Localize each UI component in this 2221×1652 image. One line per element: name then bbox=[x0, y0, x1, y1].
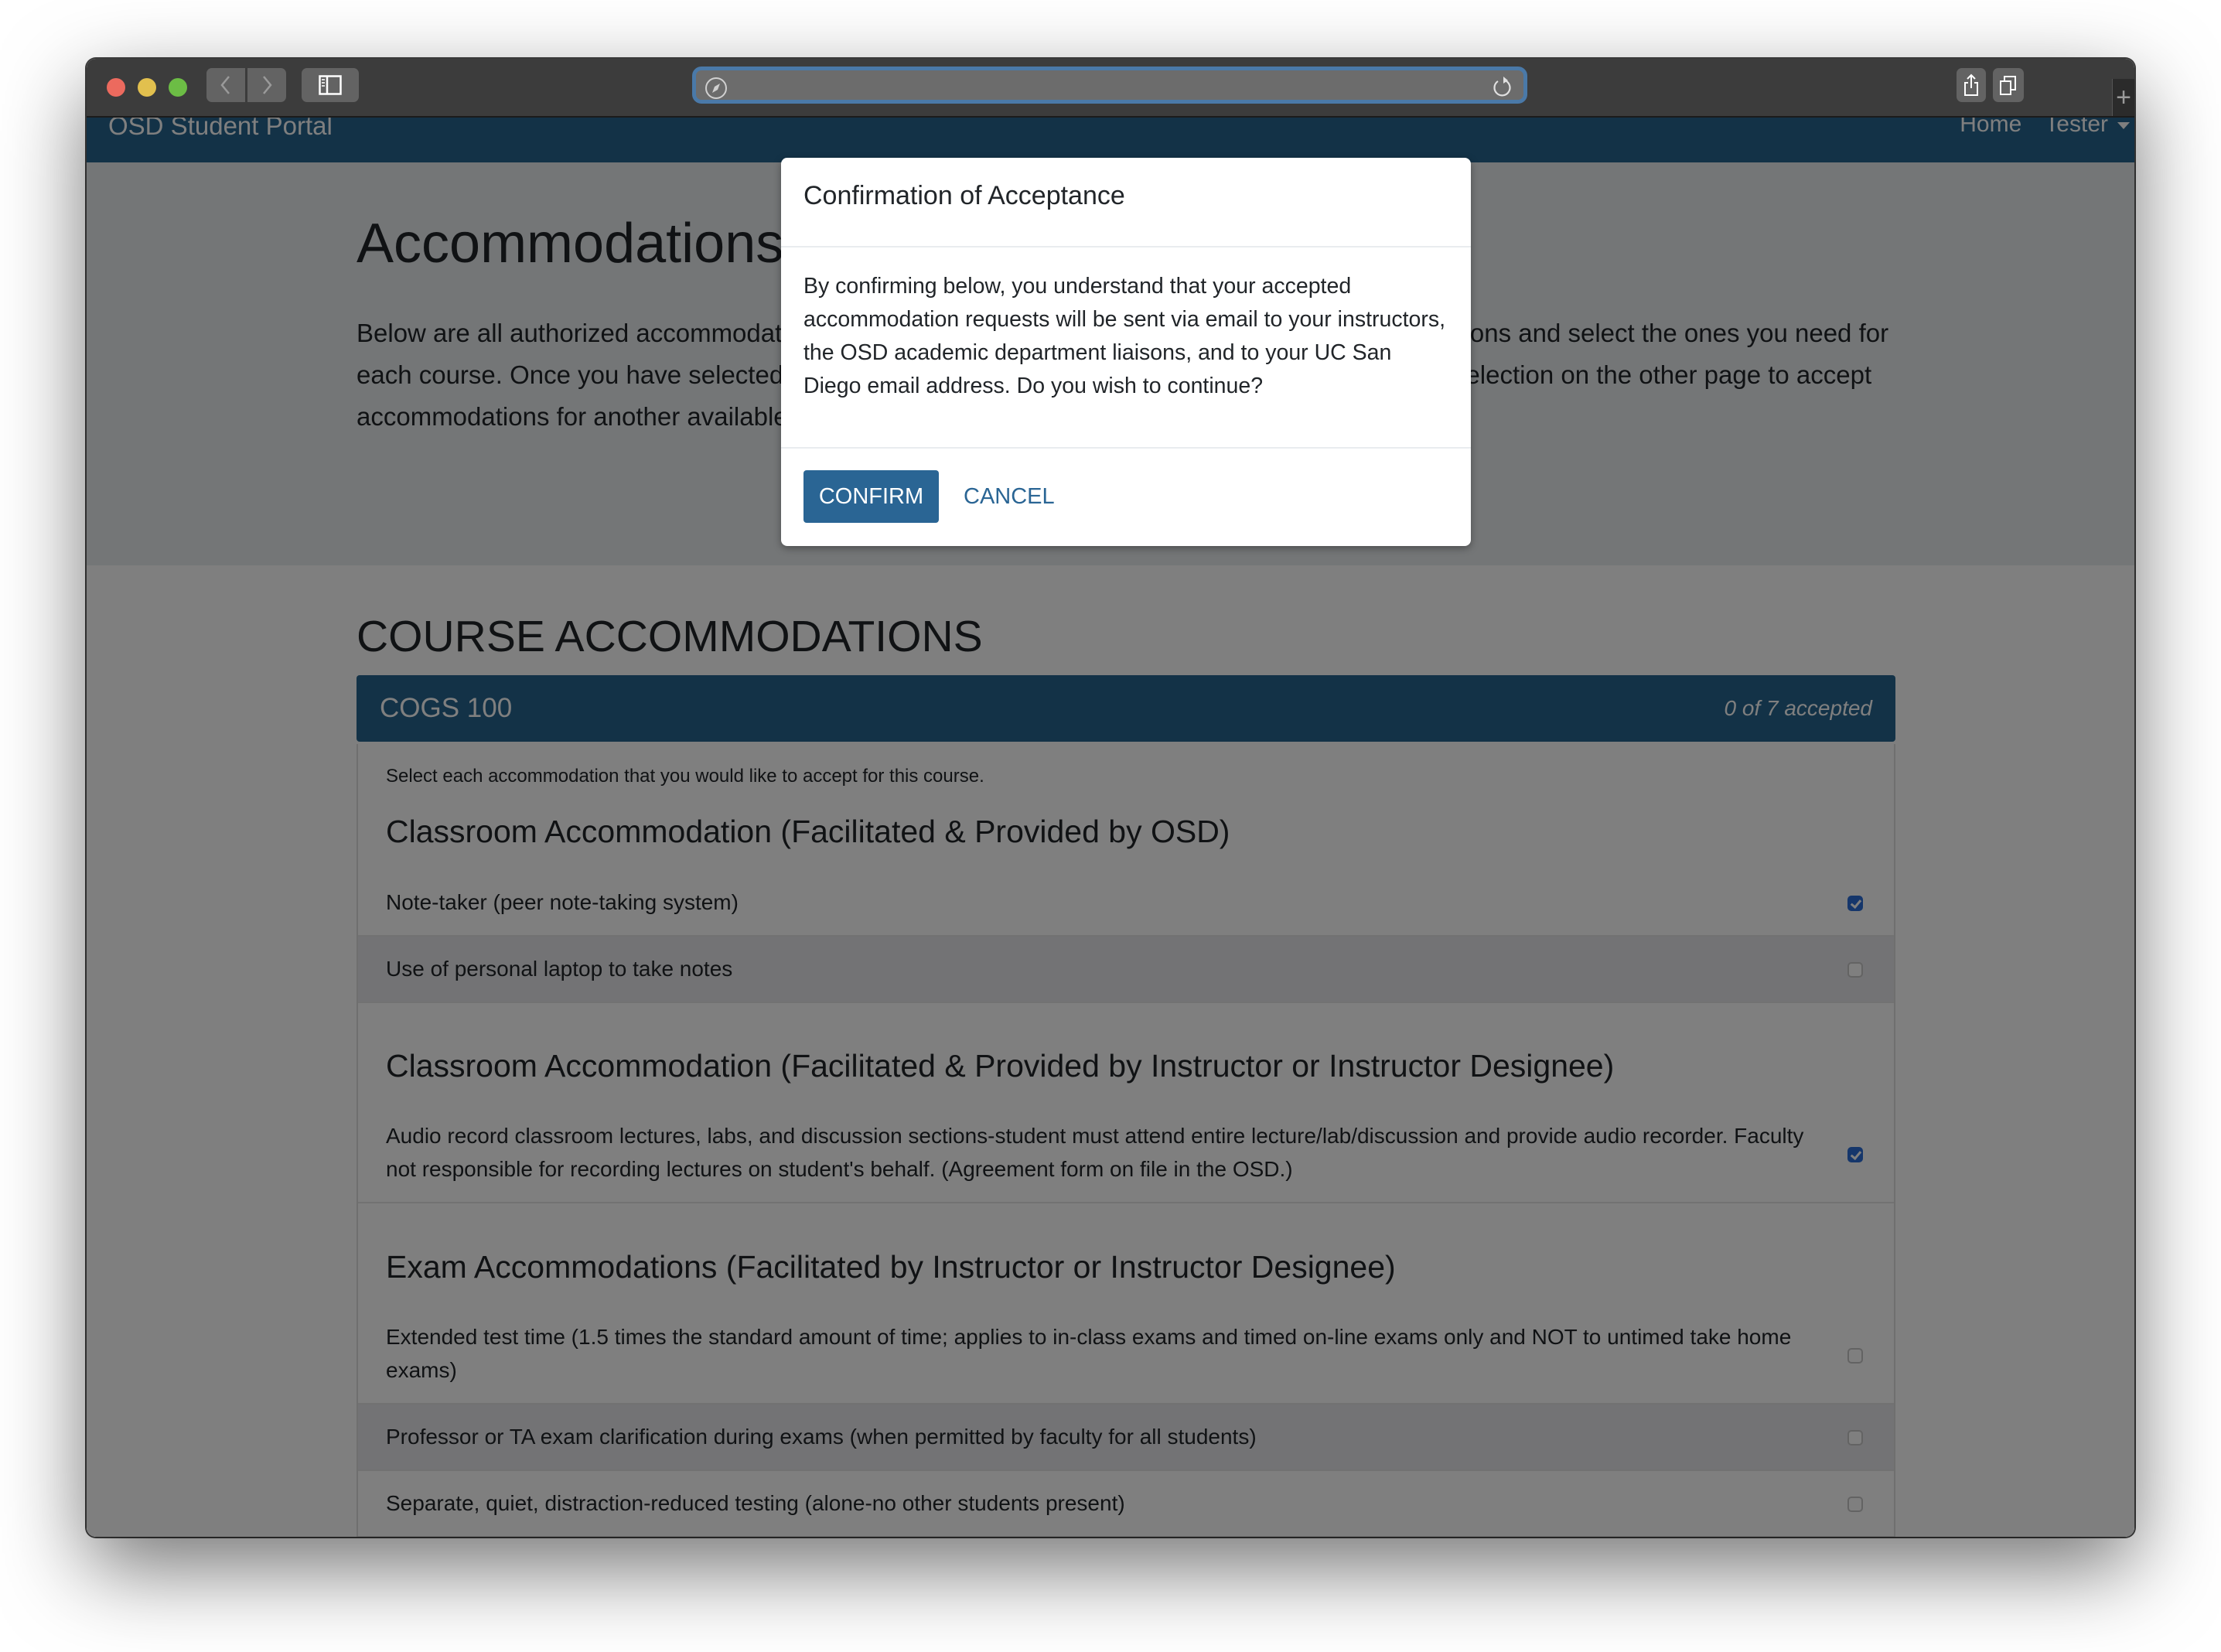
share-button[interactable] bbox=[1957, 68, 1986, 102]
tabs-icon bbox=[2000, 76, 2016, 95]
browser-window: + OSD Student Portal Home Tester Accommo… bbox=[87, 59, 2134, 1537]
reload-icon[interactable] bbox=[1491, 76, 1513, 103]
modal-footer: CONFIRM CANCEL bbox=[781, 447, 1471, 548]
compass-icon bbox=[704, 76, 728, 104]
new-tab-icon[interactable]: + bbox=[2112, 79, 2134, 116]
confirmation-modal: Confirmation of Acceptance By confirming… bbox=[781, 158, 1471, 546]
confirm-button[interactable]: CONFIRM bbox=[803, 470, 939, 523]
forward-icon bbox=[263, 76, 272, 94]
address-bar[interactable] bbox=[692, 67, 1527, 104]
minimize-window-button[interactable] bbox=[138, 78, 156, 97]
back-button[interactable] bbox=[206, 68, 245, 102]
close-window-button[interactable] bbox=[107, 78, 125, 97]
forward-button[interactable] bbox=[247, 68, 286, 102]
back-icon bbox=[220, 76, 230, 94]
sidebar-toggle-button[interactable] bbox=[302, 68, 359, 102]
maximize-window-button[interactable] bbox=[169, 78, 187, 97]
show-tabs-button[interactable] bbox=[1993, 68, 2024, 102]
sidebar-icon bbox=[319, 75, 342, 95]
modal-title: Confirmation of Acceptance bbox=[803, 181, 1125, 210]
cancel-button[interactable]: CANCEL bbox=[956, 470, 1063, 523]
browser-toolbar: + bbox=[87, 59, 2134, 118]
modal-body: By confirming below, you understand that… bbox=[803, 274, 1446, 398]
modal-header: Confirmation of Acceptance bbox=[781, 158, 1471, 247]
share-icon bbox=[1964, 73, 1978, 96]
